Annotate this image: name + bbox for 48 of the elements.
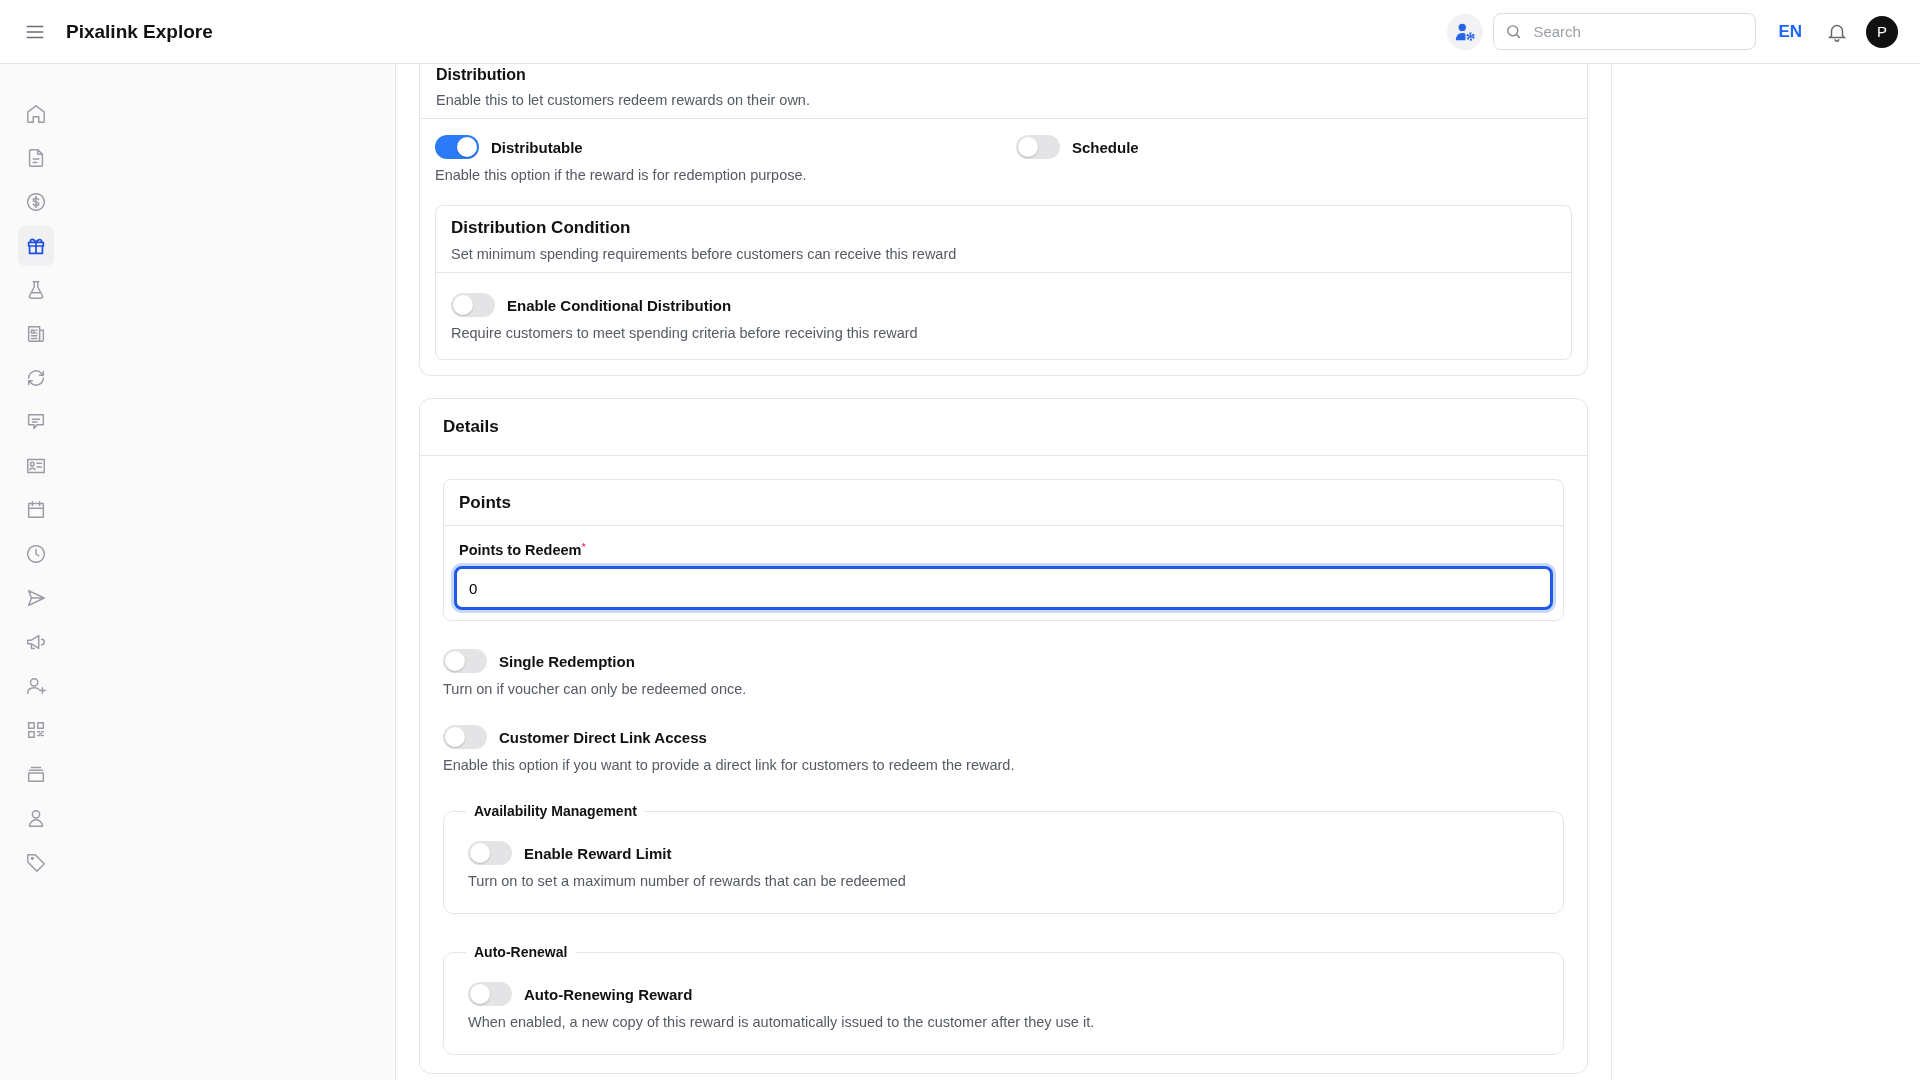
toggle-hint: Enable this option if the reward is for redemption purpose. [435, 167, 808, 183]
section-description: Enable this to let customers redeem rewards on their own. [436, 92, 811, 108]
points-input[interactable]: 0 [454, 566, 1553, 610]
toggle-label: Enable Reward Limit [524, 844, 672, 862]
toggle-label: Single Redemption [499, 652, 635, 670]
nav-item[interactable] [18, 226, 54, 266]
user-avatar[interactable]: P [1866, 15, 1898, 48]
card-description: Set minimum spending requirements before customers can receive this reward [451, 246, 958, 262]
toggle-hint: Turn on to set a maximum number of rewards that can be redeemed [468, 873, 907, 889]
search-icon [1505, 23, 1523, 40]
toggle-switch[interactable] [468, 841, 512, 865]
user-settings-button[interactable] [1447, 13, 1484, 50]
newspaper-icon [25, 323, 47, 345]
toggle-hint: Turn on if voucher can only be redeemed once. [443, 681, 748, 697]
tag-icon [25, 851, 47, 873]
language-button[interactable]: EN [1778, 21, 1802, 42]
clock-icon [25, 543, 47, 565]
section-title: Details [420, 399, 1587, 456]
group-legend: Availability Management [466, 803, 645, 819]
toggle-switch[interactable] [443, 649, 487, 673]
toggle-switch[interactable] [435, 135, 479, 159]
toggle-hint: When enabled, a new copy of this reward is automatically issued to the customer after they use it. [468, 1014, 1096, 1030]
user-plus-icon [25, 675, 47, 697]
toggle-label: Schedule [1072, 138, 1139, 156]
calendar-icon [25, 499, 47, 521]
search-field[interactable]: Search [1493, 13, 1757, 50]
toggle-switch[interactable] [443, 725, 487, 749]
dollar-icon [25, 191, 47, 213]
toggle-switch[interactable] [1016, 135, 1060, 159]
required-mark: * [581, 542, 586, 553]
qr-icon [25, 719, 47, 741]
group-legend: Auto-Renewal [466, 944, 576, 960]
app-title: Pixalink Explore [66, 20, 213, 43]
toggle-switch[interactable] [468, 982, 512, 1006]
refresh-icon [25, 367, 47, 389]
toggle-label: Distributable [491, 138, 583, 156]
card-title: Points [444, 480, 1563, 526]
toggle-hint: Enable this option if you want to provide a direct link for customers to redeem the reward. [443, 757, 1016, 773]
section-title: Distribution [436, 66, 527, 84]
send-icon [25, 587, 47, 609]
toggle-switch[interactable] [451, 293, 495, 317]
toggle-label: Auto-Renewing Reward [524, 985, 693, 1003]
toggle-hint: Require customers to meet spending criteria before receiving this reward [451, 325, 919, 341]
card-title: Distribution Condition [451, 218, 632, 238]
home-icon [25, 103, 47, 125]
toggle-label: Enable Conditional Distribution [507, 296, 732, 314]
toggle-label: Customer Direct Link Access [499, 728, 707, 746]
field-label: Points to Redeem [459, 542, 582, 558]
